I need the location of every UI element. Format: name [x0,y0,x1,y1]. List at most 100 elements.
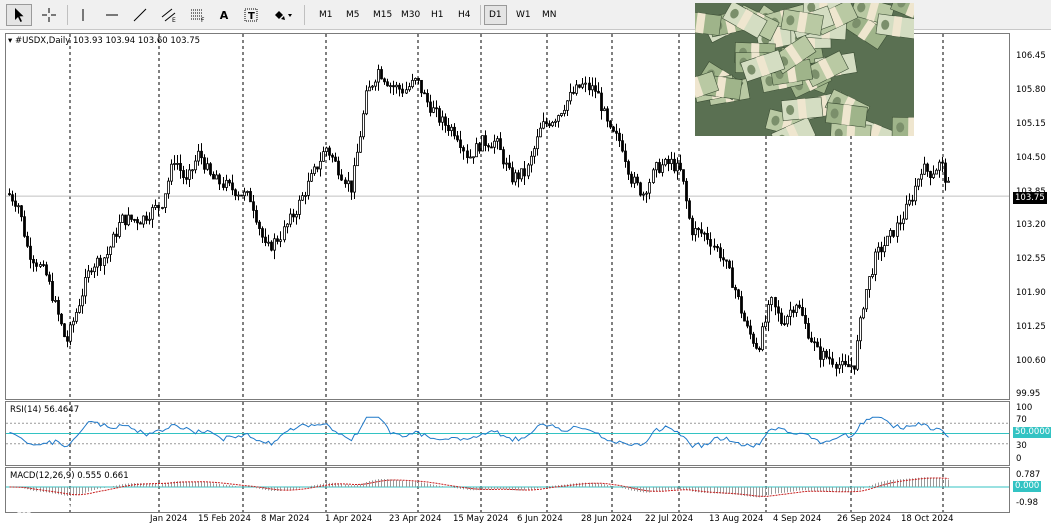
candle-body [908,199,911,205]
vertical-line-icon[interactable] [72,4,94,26]
date-tick: 13 Aug 2024 [709,514,764,524]
candle-body [136,219,139,224]
candle-body [703,232,706,235]
candle-body [737,289,740,298]
candle-body [350,180,353,193]
collapse-triangle-icon[interactable]: ▾ [8,36,12,46]
candle-body [746,320,749,327]
candle-body [121,214,124,223]
candle-body [566,100,569,111]
text-tool-icon[interactable]: A [214,4,234,26]
candle-body [173,163,176,165]
candle-body [877,246,880,253]
candle-body [539,127,542,138]
candle-body [667,158,670,165]
candle-body [758,347,761,351]
candle-body [588,82,591,91]
candle-body [917,178,920,187]
candle-body [35,262,38,267]
candle-body [691,217,694,236]
symbol-label: #USDX,Daily [14,36,71,46]
candle-body [435,107,438,110]
candle-body [685,180,688,202]
candle-body [182,170,185,178]
candle-body [310,173,313,182]
candle-body [761,326,764,351]
rsi-pane[interactable]: RSI(14) 56.4647 [5,401,1010,466]
candle-body [652,169,655,183]
candle-body [161,207,164,209]
candle-body [874,251,877,275]
candle-body [191,169,194,172]
candle-body [597,90,600,94]
price-tick: 101.25 [1016,322,1046,332]
candle-body [90,270,93,273]
timeframe-h1[interactable]: H1 [427,5,448,25]
candle-body [316,166,319,170]
timeframe-m15[interactable]: M15 [369,5,396,25]
candle-body [103,257,106,266]
candle-body [289,213,292,225]
candle-body [533,148,536,157]
candle-body [411,79,414,88]
fibonacci-icon[interactable]: F [186,4,210,26]
candle-body [423,92,426,95]
candle-body [560,113,563,116]
timeframe-h4[interactable]: H4 [454,5,475,25]
money-bundle [891,116,914,136]
shapes-menu-icon[interactable] [268,4,298,26]
candle-body [45,264,48,276]
date-tick: 6 Jun 2024 [517,514,563,524]
candle-body [777,306,780,314]
candle-body [23,216,26,237]
timeframe-d1[interactable]: D1 [484,5,507,25]
candle-body [432,107,435,113]
candle-body [783,323,786,326]
candle-body [688,200,691,219]
candle-body [420,79,423,94]
candle-body [609,120,612,128]
date-tick: 22 Jul 2024 [645,514,694,524]
candle-body [786,316,789,325]
candle-body [133,219,136,221]
candle-body [728,260,731,269]
candle-body [57,300,60,315]
candle-body [185,177,188,180]
svg-text:F: F [201,17,205,23]
timeframe-w1[interactable]: W1 [512,5,535,25]
candle-body [228,179,231,184]
candle-body [542,121,545,129]
candle-body [673,158,676,172]
equidistant-channel-icon[interactable]: E [157,4,181,26]
cursor-icon[interactable] [6,4,32,26]
timeframe-m5[interactable]: M5 [342,5,364,25]
timeframe-mn[interactable]: MN [538,5,561,25]
price-tick: 100.60 [1016,356,1046,366]
macd-level: -0.98 [1016,498,1038,508]
candle-body [261,228,264,238]
candle-body [365,90,368,115]
horizontal-line-icon[interactable] [100,4,124,26]
candle-body [825,350,828,358]
text-label-icon[interactable]: T [240,4,262,26]
candle-body [222,183,225,188]
candle-body [298,199,301,215]
candle-body [398,84,401,90]
candle-body [719,247,722,259]
crosshair-icon[interactable] [36,4,62,26]
rsi-level: 70 [1016,415,1027,425]
candle-body [93,266,96,273]
price-tick: 99.95 [1016,389,1041,399]
trendline-icon[interactable] [128,4,152,26]
timeframe-m30[interactable]: M30 [397,5,424,25]
candle-body [118,222,121,237]
candle-body [923,163,926,175]
price-tick: 103.20 [1016,220,1046,230]
candle-body [505,162,508,165]
candle-body [340,174,343,181]
candle-body [584,82,587,85]
timeframe-m1[interactable]: M1 [315,5,337,25]
candle-body [545,121,548,125]
candle-body [130,214,133,220]
candle-body [520,168,523,180]
